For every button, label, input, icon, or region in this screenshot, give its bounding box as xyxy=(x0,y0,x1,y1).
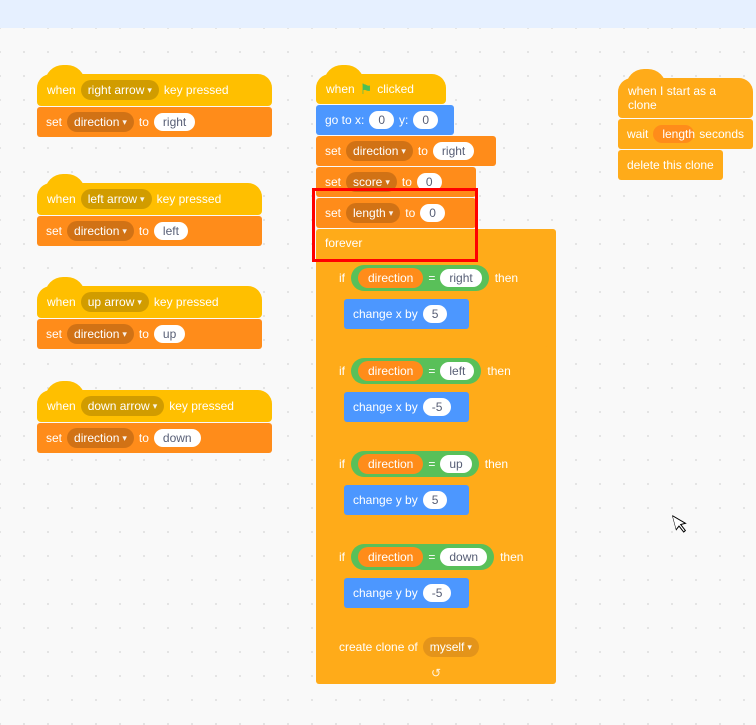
block-change-x[interactable]: change x by 5 xyxy=(344,299,469,329)
operator-equals[interactable]: direction = right xyxy=(351,265,489,291)
hat-when-key-pressed[interactable]: when down arrow▾ key pressed xyxy=(37,390,272,422)
stack-left-arrow[interactable]: when left arrow▾ key pressed set directi… xyxy=(37,183,262,246)
input-dy[interactable]: -5 xyxy=(423,584,452,602)
label-key-pressed: key pressed xyxy=(164,83,229,97)
operator-equals[interactable]: direction = up xyxy=(351,451,479,477)
dropdown-variable[interactable]: direction▾ xyxy=(67,428,134,448)
block-set-var[interactable]: set direction▾ to left xyxy=(37,216,262,246)
chevron-down-icon: ▾ xyxy=(137,297,142,308)
block-delete-clone[interactable]: delete this clone xyxy=(618,150,723,180)
chevron-down-icon: ▾ xyxy=(122,117,127,128)
hat-when-key-pressed[interactable]: when left arrow▾ key pressed xyxy=(37,183,262,215)
hat-when-start-clone[interactable]: when I start as a clone xyxy=(618,78,753,118)
block-set-score[interactable]: set score▾ to 0 xyxy=(316,167,476,197)
dropdown-clone-target[interactable]: myself▾ xyxy=(423,637,479,657)
block-if-down[interactable]: if direction = down then change y by -5 xyxy=(330,539,552,626)
input-dx[interactable]: 5 xyxy=(423,305,448,323)
dropdown-key[interactable]: down arrow▾ xyxy=(81,396,165,416)
reporter-direction[interactable]: direction xyxy=(358,361,423,381)
operator-equals[interactable]: direction = down xyxy=(351,544,494,570)
input-x[interactable]: 0 xyxy=(369,111,394,129)
stack-main[interactable]: when ⚑ clicked go to x: 0 y: 0 set direc… xyxy=(316,74,556,684)
block-wait[interactable]: wait length seconds xyxy=(618,119,753,149)
input-dx[interactable]: -5 xyxy=(423,398,452,416)
reporter-direction[interactable]: direction xyxy=(358,454,423,474)
block-if-left[interactable]: if direction = left then change x by -5 xyxy=(330,353,548,440)
chevron-down-icon: ▾ xyxy=(147,85,152,96)
block-set-length[interactable]: set length▾ to 0 xyxy=(316,198,476,228)
chevron-down-icon: ▾ xyxy=(389,208,394,219)
input-compare[interactable]: right xyxy=(440,269,481,287)
chevron-down-icon: ▾ xyxy=(401,146,406,157)
stack-clone[interactable]: when I start as a clone wait length seco… xyxy=(618,78,753,180)
dropdown-variable[interactable]: score▾ xyxy=(346,172,397,192)
chevron-down-icon: ▾ xyxy=(385,177,390,188)
input-value[interactable]: down xyxy=(154,429,201,447)
dropdown-key[interactable]: up arrow▾ xyxy=(81,292,149,312)
input-compare[interactable]: up xyxy=(440,455,471,473)
chevron-down-icon: ▾ xyxy=(467,642,472,653)
block-change-y[interactable]: change y by -5 xyxy=(344,578,469,608)
stack-up-arrow[interactable]: when up arrow▾ key pressed set direction… xyxy=(37,286,262,349)
chevron-down-icon: ▾ xyxy=(140,194,145,205)
dropdown-variable[interactable]: direction▾ xyxy=(67,221,134,241)
top-header-spacer xyxy=(0,0,756,28)
block-set-var[interactable]: set direction▾ to up xyxy=(37,319,262,349)
input-dy[interactable]: 5 xyxy=(423,491,448,509)
input-value[interactable]: right xyxy=(154,113,195,131)
block-change-y[interactable]: change y by 5 xyxy=(344,485,469,515)
scripts-canvas[interactable]: when right arrow▾ key pressed set direct… xyxy=(0,28,756,725)
chevron-down-icon: ▾ xyxy=(122,433,127,444)
chevron-down-icon: ▾ xyxy=(122,329,127,340)
input-value[interactable]: 0 xyxy=(420,204,445,222)
input-y[interactable]: 0 xyxy=(413,111,438,129)
mouse-cursor-icon xyxy=(672,511,694,539)
block-create-clone[interactable]: create clone of myself▾ xyxy=(330,632,500,662)
block-change-x[interactable]: change x by -5 xyxy=(344,392,469,422)
input-value[interactable]: 0 xyxy=(417,173,442,191)
green-flag-icon: ⚑ xyxy=(360,81,373,98)
block-if-up[interactable]: if direction = up then change y by 5 xyxy=(330,446,548,533)
input-value[interactable]: left xyxy=(154,222,188,240)
block-set-var[interactable]: set direction▾ to down xyxy=(37,423,272,453)
reporter-direction[interactable]: direction xyxy=(358,547,423,567)
input-value[interactable]: up xyxy=(154,325,185,343)
block-set-direction[interactable]: set direction▾ to right xyxy=(316,136,496,166)
loop-arrow-icon: ↺ xyxy=(316,664,556,684)
block-forever[interactable]: forever if direction = right then xyxy=(316,229,556,684)
dropdown-variable[interactable]: direction▾ xyxy=(67,324,134,344)
operator-equals[interactable]: direction = left xyxy=(351,358,481,384)
stack-right-arrow[interactable]: when right arrow▾ key pressed set direct… xyxy=(37,74,272,137)
block-set-var[interactable]: set direction▾ to right xyxy=(37,107,272,137)
label-when: when xyxy=(47,83,76,97)
block-go-to-xy[interactable]: go to x: 0 y: 0 xyxy=(316,105,454,135)
dropdown-key[interactable]: left arrow▾ xyxy=(81,189,152,209)
block-if-right[interactable]: if direction = right then change x by 5 xyxy=(330,260,548,347)
chevron-down-icon: ▾ xyxy=(153,401,158,412)
dropdown-variable[interactable]: direction▾ xyxy=(67,112,134,132)
hat-when-flag-clicked[interactable]: when ⚑ clicked xyxy=(316,74,446,104)
input-compare[interactable]: left xyxy=(440,362,474,380)
reporter-length[interactable]: length xyxy=(653,125,694,143)
chevron-down-icon: ▾ xyxy=(122,226,127,237)
reporter-direction[interactable]: direction xyxy=(358,268,423,288)
input-value[interactable]: right xyxy=(433,142,474,160)
stack-down-arrow[interactable]: when down arrow▾ key pressed set directi… xyxy=(37,390,272,453)
input-compare[interactable]: down xyxy=(440,548,487,566)
dropdown-variable[interactable]: direction▾ xyxy=(346,141,413,161)
hat-when-key-pressed[interactable]: when up arrow▾ key pressed xyxy=(37,286,262,318)
hat-when-key-pressed[interactable]: when right arrow▾ key pressed xyxy=(37,74,272,106)
dropdown-variable[interactable]: length▾ xyxy=(346,203,400,223)
dropdown-key[interactable]: right arrow▾ xyxy=(81,80,159,100)
